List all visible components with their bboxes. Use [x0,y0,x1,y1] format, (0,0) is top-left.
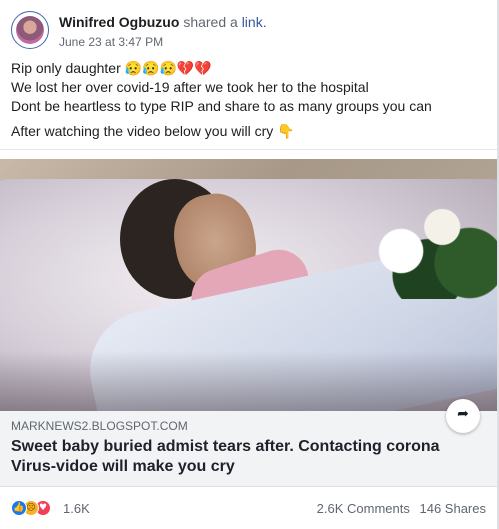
post-stats: 2.6K Comments 146 Shares [317,501,486,516]
share-icon: ➦ [457,405,469,421]
author-name[interactable]: Winifred Ogbuzuo [59,14,179,30]
feed-post: Winifred Ogbuzuo shared a link. June 23 … [0,0,499,529]
author-avatar[interactable] [11,11,49,49]
message-line: Rip only daughter 😥😥😥💔💔 [11,60,212,76]
avatar-image [16,16,44,44]
link-domain: MARKNEWS2.BLOGSPOT.COM [11,419,188,433]
post-footer: 👍 ☹ ♥ 1.6K 2.6K Comments 146 Shares [0,487,497,529]
message-line: After watching the video below you will … [11,123,295,139]
shared-text: shared a [183,14,238,30]
message-line: We lost her over covid-19 after we took … [11,79,369,95]
author-line: Winifred Ogbuzuo shared a link. [59,14,267,30]
like-icon: 👍 [11,500,27,516]
divider [0,149,497,150]
post-header: Winifred Ogbuzuo shared a link. June 23 … [11,11,491,51]
video-thumbnail[interactable] [0,159,497,411]
link-title[interactable]: Sweet baby buried admist tears after. Co… [11,437,481,477]
share-button[interactable]: ➦ [446,399,480,433]
message-line: Dont be heartless to type RIP and share … [11,98,432,114]
shared-link[interactable]: link. [242,14,267,30]
link-preview[interactable]: MARKNEWS2.BLOGSPOT.COM Sweet baby buried… [0,411,497,487]
flowers-shape [360,179,497,299]
post-message: Rip only daughter 😥😥😥💔💔 We lost her over… [11,59,432,141]
thumbnail-shade [0,351,497,411]
post-timestamp[interactable]: June 23 at 3:47 PM [59,35,163,49]
reaction-count[interactable]: 1.6K [63,501,90,516]
comments-count[interactable]: 2.6K Comments [317,501,410,516]
shares-count[interactable]: 146 Shares [420,501,487,516]
